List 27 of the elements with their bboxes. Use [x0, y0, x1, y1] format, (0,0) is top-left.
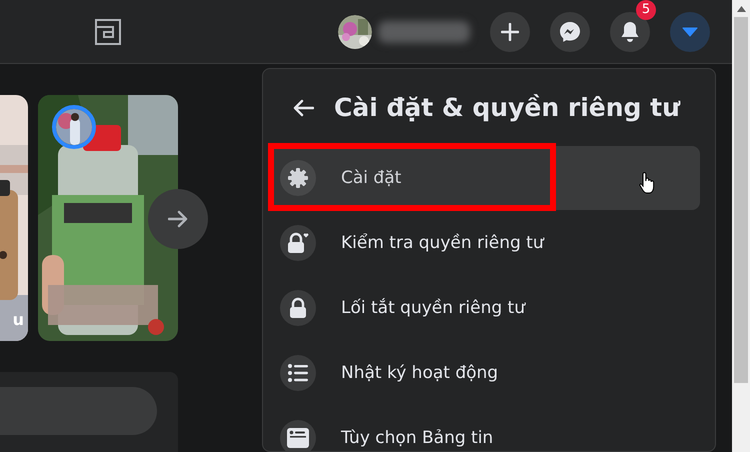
bell-button[interactable]: [610, 12, 650, 52]
plus-button[interactable]: [490, 12, 530, 52]
logo-icon[interactable]: [94, 18, 122, 46]
hand-cursor-icon: [639, 172, 655, 194]
messenger-button[interactable]: [550, 12, 590, 52]
story-name: u: [12, 310, 24, 329]
caret-button[interactable]: [670, 12, 710, 52]
lock-icon: [289, 297, 307, 319]
messenger-icon: [559, 20, 581, 42]
menu-item[interactable]: Nhật ký hoạt động: [270, 341, 700, 405]
menu-title: Cài đặt & quyền riêng tư: [334, 93, 680, 122]
menu-item[interactable]: Cài đặt: [270, 146, 700, 210]
bell-icon: [620, 20, 640, 42]
scrollbar-thumb[interactable]: [734, 17, 748, 383]
scroll-up-icon[interactable]: [736, 6, 746, 12]
caret-icon: [682, 26, 698, 36]
notification-badge: 5: [636, 0, 656, 20]
menu-item[interactable]: Lối tắt quyền riêng tư: [270, 276, 700, 340]
menu-item[interactable]: Tùy chọn Bảng tin: [270, 406, 700, 451]
plus-icon: [501, 22, 519, 40]
settings-icon: [287, 167, 309, 189]
menu-item[interactable]: Kiểm tra quyền riêng tư: [270, 211, 700, 275]
feed-icon: [287, 428, 309, 448]
back-button[interactable]: [292, 98, 314, 116]
list-icon: [288, 364, 308, 382]
back-arrow-icon: [292, 98, 314, 116]
lock-heart-icon: [286, 232, 310, 254]
